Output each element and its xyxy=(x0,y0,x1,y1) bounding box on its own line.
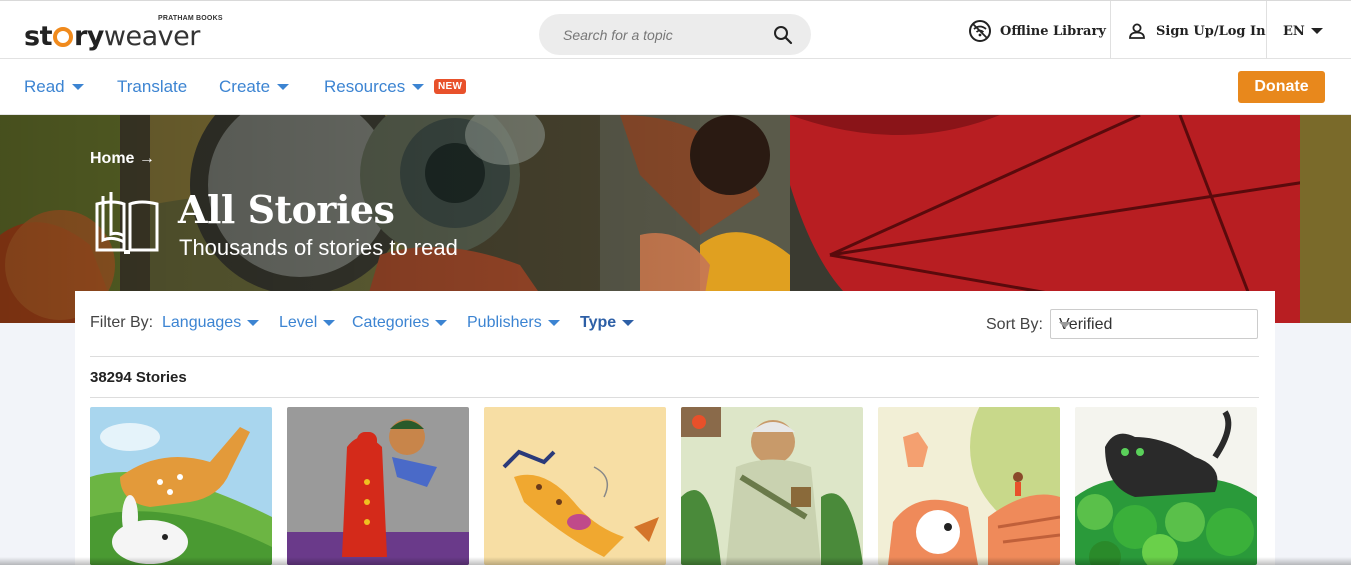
nav-read[interactable]: Read xyxy=(24,77,84,97)
chevron-down-icon xyxy=(1059,322,1071,328)
chevron-down-icon xyxy=(323,320,336,326)
header-divider xyxy=(1110,1,1111,59)
filter-languages-label: Languages xyxy=(162,314,242,331)
offline-library-label: Offline Library xyxy=(1000,23,1106,39)
chevron-down-icon xyxy=(435,320,448,326)
filter-level-label: Level xyxy=(279,314,318,331)
story-card[interactable] xyxy=(484,407,666,565)
filter-publishers[interactable]: Publishers xyxy=(467,314,560,332)
offline-library-link[interactable]: Offline Library xyxy=(968,18,1106,44)
story-cover-image xyxy=(90,407,272,565)
chevron-down-icon xyxy=(622,320,635,326)
stories-panel: Filter By: Languages Level Categories Pu… xyxy=(75,291,1275,565)
sign-in-link[interactable]: Sign Up/Log In xyxy=(1128,18,1266,44)
main-nav: Read Translate Create Resources NEW Dona… xyxy=(0,59,1351,115)
user-icon xyxy=(1129,23,1145,39)
search-icon[interactable] xyxy=(773,25,793,45)
story-card[interactable] xyxy=(287,407,469,565)
top-header: PRATHAM BOOKS stryweaver Offline Library… xyxy=(0,0,1351,59)
sort-label: Sort By: xyxy=(986,316,1043,333)
language-selector[interactable]: EN xyxy=(1283,18,1323,44)
nav-create-label: Create xyxy=(219,77,271,96)
new-badge: NEW xyxy=(434,79,467,94)
story-cover-image xyxy=(1075,407,1257,565)
wifi-off-icon xyxy=(969,20,991,42)
nav-translate[interactable]: Translate xyxy=(117,77,187,97)
story-card[interactable] xyxy=(878,407,1060,565)
header-divider xyxy=(1266,1,1267,59)
open-book-icon xyxy=(95,192,159,254)
divider xyxy=(90,397,1259,398)
filter-type-label: Type xyxy=(580,314,617,331)
story-cover-image xyxy=(878,407,1060,565)
filter-publishers-label: Publishers xyxy=(467,314,542,331)
language-label: EN xyxy=(1283,23,1305,39)
chevron-down-icon xyxy=(412,84,425,90)
nav-read-label: Read xyxy=(24,77,65,96)
chevron-down-icon xyxy=(277,84,290,90)
story-cover-image xyxy=(287,407,469,565)
filter-categories-label: Categories xyxy=(352,314,430,331)
filter-label: Filter By: xyxy=(90,314,154,331)
story-count: 38294 Stories xyxy=(90,369,187,386)
scroll-shadow xyxy=(0,557,1351,565)
sort-select[interactable]: Verified xyxy=(1050,309,1258,339)
storyweaver-logo[interactable]: PRATHAM BOOKS st ryweaver xyxy=(24,9,224,53)
search-bar xyxy=(539,14,811,55)
filter-categories[interactable]: Categories xyxy=(352,314,448,332)
story-cover-image xyxy=(681,407,863,565)
chevron-down-icon xyxy=(71,84,84,90)
story-card[interactable] xyxy=(90,407,272,565)
filter-level[interactable]: Level xyxy=(279,314,336,332)
chevron-down-icon xyxy=(1310,28,1323,34)
sign-in-label: Sign Up/Log In xyxy=(1156,23,1266,39)
donate-button[interactable]: Donate xyxy=(1238,71,1325,103)
story-cover-image xyxy=(484,407,666,565)
filter-type[interactable]: Type xyxy=(580,314,635,332)
divider xyxy=(90,356,1259,357)
filter-languages[interactable]: Languages xyxy=(162,314,260,332)
nav-translate-label: Translate xyxy=(117,77,188,96)
chevron-down-icon xyxy=(547,320,560,326)
story-card[interactable] xyxy=(1075,407,1257,565)
nav-resources-label: Resources xyxy=(324,77,406,96)
story-card[interactable] xyxy=(681,407,863,565)
nav-resources[interactable]: Resources xyxy=(324,77,425,97)
chevron-down-icon xyxy=(247,320,260,326)
breadcrumb-home[interactable]: Home → xyxy=(90,150,155,168)
search-input[interactable] xyxy=(563,24,763,46)
sun-icon xyxy=(52,27,73,47)
page-subtitle: Thousands of stories to read xyxy=(179,235,458,260)
page-title: All Stories xyxy=(178,187,395,232)
nav-create[interactable]: Create xyxy=(219,77,290,97)
logo-wordmark: st ryweaver xyxy=(24,21,200,52)
